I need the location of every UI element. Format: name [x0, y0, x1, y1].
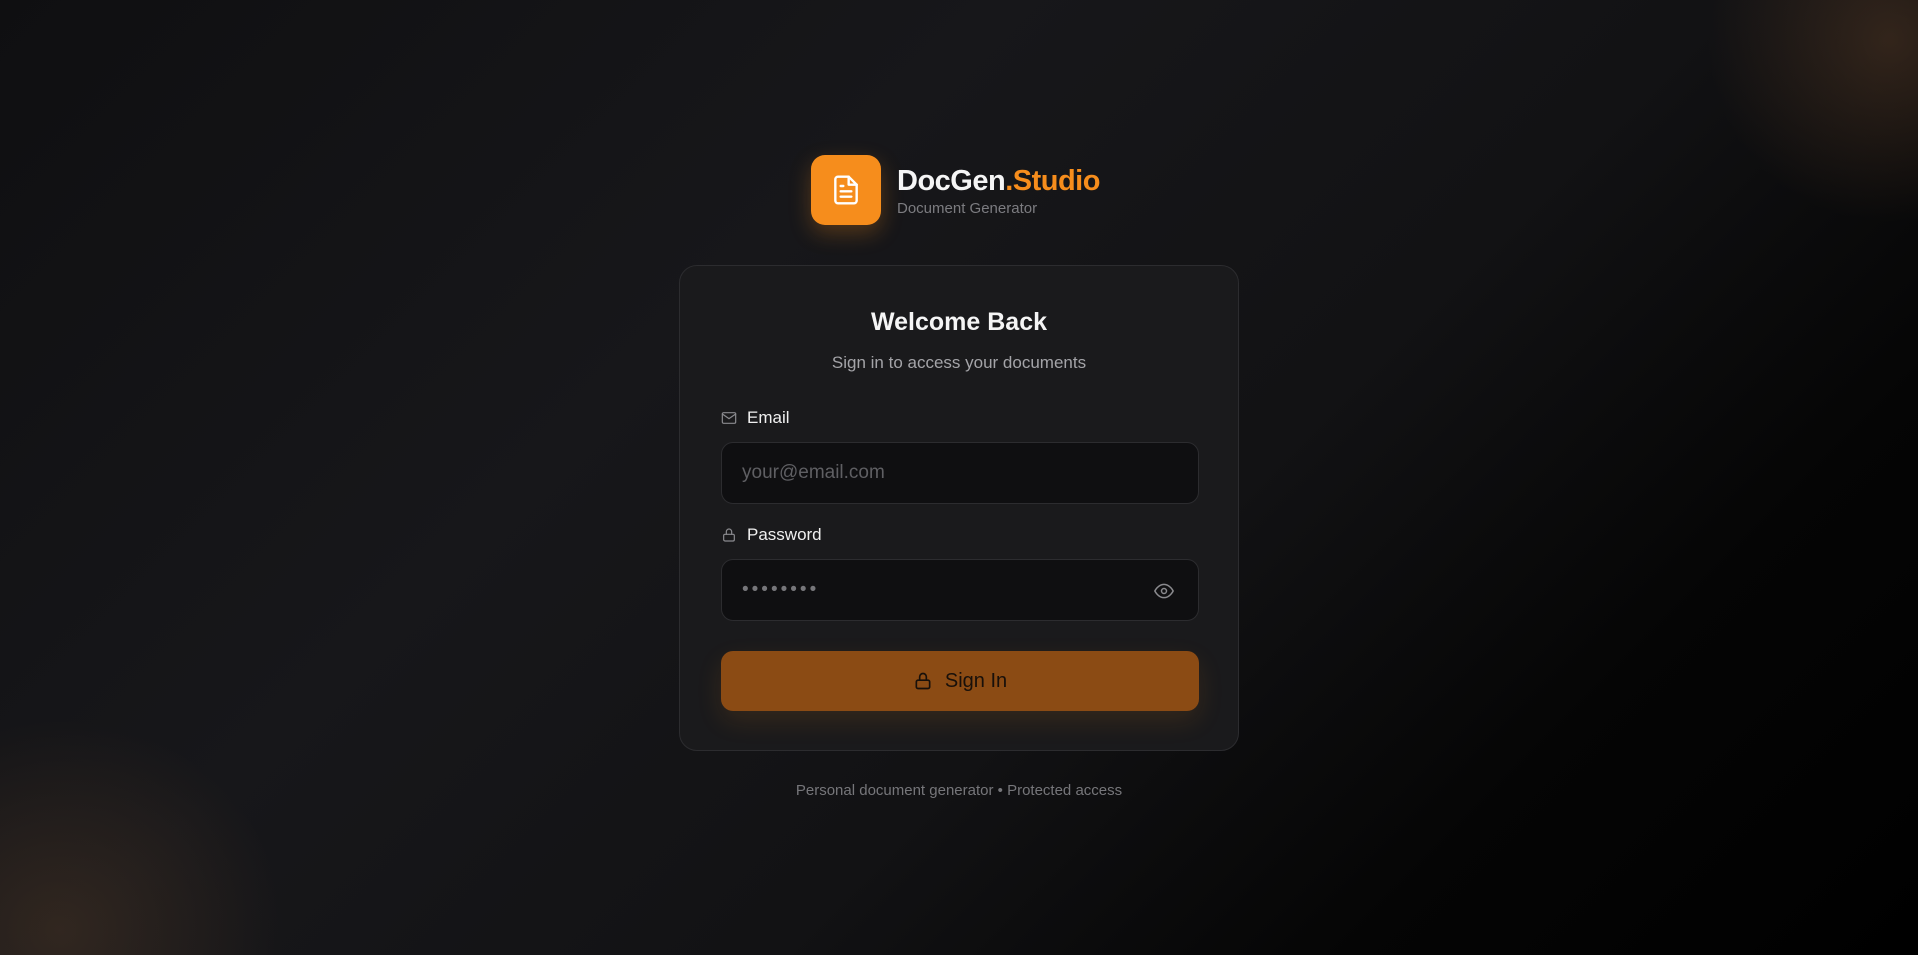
password-label-text: Password	[747, 525, 822, 544]
sign-in-label: Sign In	[944, 669, 1008, 692]
eye-icon[interactable]	[1152, 579, 1176, 603]
brand-name-accent: .Studio	[1005, 164, 1100, 197]
login-subtitle: Sign in to access your documents	[831, 353, 1087, 372]
password-field[interactable]	[721, 559, 1199, 621]
email-label-text: Email	[747, 408, 790, 427]
email-label: Email	[721, 408, 790, 428]
brand-subtitle: Document Generator	[897, 199, 1038, 217]
brand-name: DocGen.Studio	[897, 164, 1100, 198]
lock-icon	[913, 670, 933, 692]
lock-icon	[721, 527, 737, 543]
brand-logo	[811, 155, 881, 225]
sign-in-button[interactable]: Sign In	[721, 651, 1199, 711]
login-card: Welcome Back Sign in to access your docu…	[679, 265, 1239, 751]
mail-icon	[721, 410, 737, 426]
brand-name-primary: DocGen	[897, 164, 1006, 197]
email-field[interactable]	[721, 442, 1199, 504]
brand-header: DocGen.Studio Document Generator	[811, 155, 1100, 225]
login-title: Welcome Back	[870, 308, 1047, 336]
footer-text: Personal document generator • Protected …	[795, 782, 1123, 799]
document-icon	[834, 175, 858, 205]
password-label: Password	[721, 525, 822, 545]
